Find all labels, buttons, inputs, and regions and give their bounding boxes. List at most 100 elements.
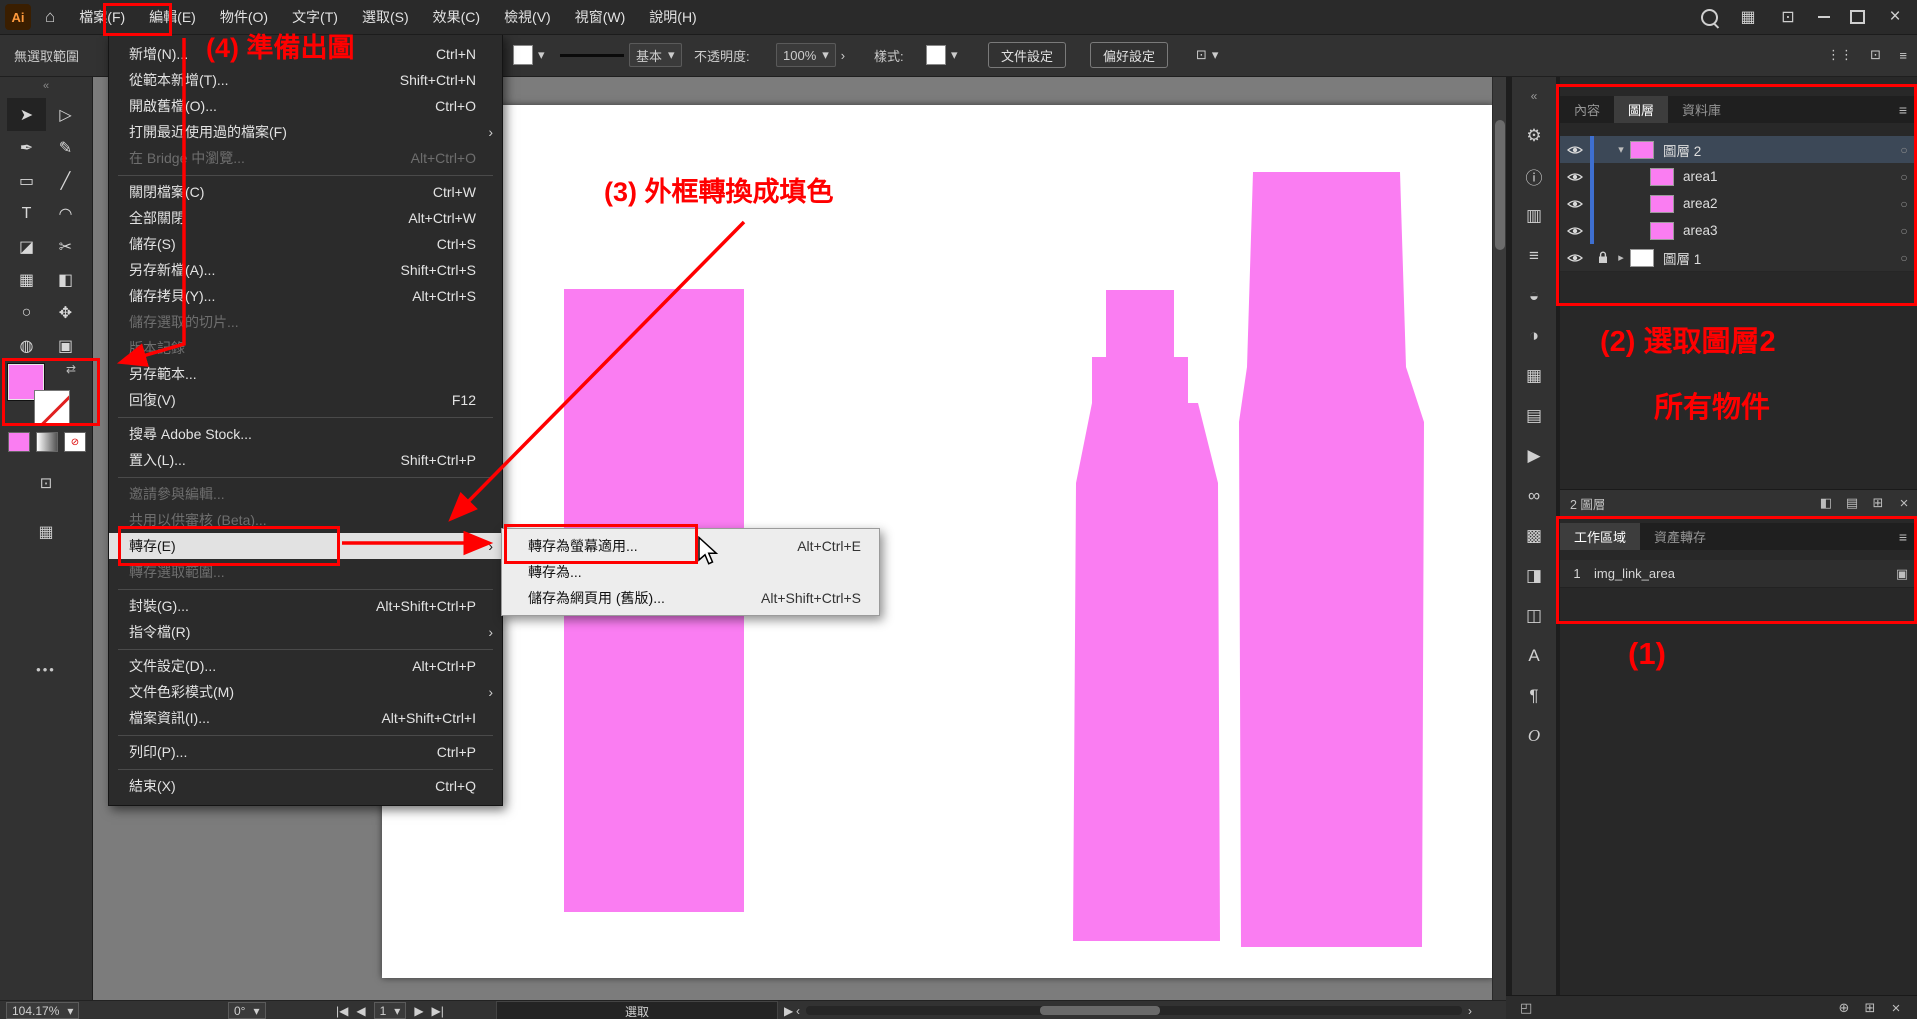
- expand-icon[interactable]: ◰: [1506, 1000, 1532, 1016]
- menu-edit[interactable]: 編輯(E): [137, 0, 208, 34]
- menu-help[interactable]: 說明(H): [637, 0, 708, 34]
- visibility-eye-icon[interactable]: [1560, 144, 1590, 156]
- layer-row-layer2[interactable]: ▾ 圖層 2 ○: [1560, 136, 1917, 164]
- file-menu-item-place[interactable]: 置入(L)...Shift+Ctrl+P: [109, 447, 502, 473]
- artboard-number-dropdown[interactable]: 1▾: [374, 1002, 407, 1019]
- menu-effect[interactable]: 效果(C): [421, 0, 492, 34]
- new-sublayer-icon[interactable]: ▤: [1839, 495, 1865, 511]
- scroll-right-icon[interactable]: ›: [1468, 1001, 1472, 1019]
- submenu-item-save-for-web-legacy[interactable]: 儲存為網頁用 (舊版)...Alt+Shift+Ctrl+S: [502, 585, 879, 611]
- clip-mask-icon[interactable]: ◧: [1813, 495, 1839, 511]
- file-menu-item-close-all[interactable]: 全部關閉Alt+Ctrl+W: [109, 205, 502, 231]
- status-play-icon[interactable]: ▶: [784, 1001, 793, 1019]
- visibility-eye-icon[interactable]: [1560, 171, 1590, 183]
- rectangle-tool[interactable]: ▭: [7, 164, 46, 197]
- selection-tool[interactable]: ➤: [7, 98, 46, 131]
- file-menu-item-document-color-mode[interactable]: 文件色彩模式(M)›: [109, 679, 502, 705]
- vertical-scrollbar[interactable]: [1492, 76, 1507, 1000]
- target-circle-icon[interactable]: ○: [1891, 224, 1917, 238]
- file-menu-item-save[interactable]: 儲存(S)Ctrl+S: [109, 231, 502, 257]
- opentype-icon[interactable]: O: [1512, 716, 1556, 756]
- zoom-dropdown[interactable]: 104.17%▾: [6, 1001, 79, 1019]
- search-icon[interactable]: [1701, 9, 1718, 26]
- file-menu-item-print[interactable]: 列印(P)...Ctrl+P: [109, 739, 502, 765]
- gradient-mode-button[interactable]: [36, 432, 58, 452]
- file-menu-item-new[interactable]: 新增(N)...Ctrl+N: [109, 41, 502, 67]
- home-icon[interactable]: ⌂: [45, 7, 55, 27]
- align-icon[interactable]: ≡: [1512, 236, 1556, 276]
- scroll-left-icon[interactable]: ‹: [796, 1001, 800, 1019]
- layer-name[interactable]: 圖層 2: [1654, 140, 1891, 160]
- gradient-tool[interactable]: ◧: [46, 263, 85, 296]
- tab-artboards[interactable]: 工作區域: [1560, 523, 1640, 550]
- close-button[interactable]: ×: [1885, 6, 1905, 28]
- file-menu-item-save-as[interactable]: 另存新檔(A)...Shift+Ctrl+S: [109, 257, 502, 283]
- style-dropdown[interactable]: ▾: [926, 34, 958, 76]
- panel-layout-icon[interactable]: ⊡: [1870, 34, 1881, 76]
- eraser-tool[interactable]: ◪: [7, 230, 46, 263]
- artboards-icon[interactable]: ▥: [1512, 196, 1556, 236]
- chevron-right-icon[interactable]: ▸: [1612, 251, 1630, 264]
- last-artboard-icon[interactable]: ▶|: [432, 1004, 444, 1018]
- none-mode-button[interactable]: ⊘: [64, 432, 86, 452]
- new-layer-icon[interactable]: ⊞: [1865, 495, 1891, 511]
- line-segment-tool[interactable]: ╱: [46, 164, 85, 197]
- properties-gear-icon[interactable]: ⚙: [1512, 116, 1556, 156]
- file-menu-item-document-setup[interactable]: 文件設定(D)...Alt+Ctrl+P: [109, 653, 502, 679]
- toolbar-collapse-icon[interactable]: «: [0, 80, 92, 92]
- draw-mode-icon[interactable]: ⊡: [0, 474, 92, 492]
- pathfinder-icon[interactable]: ◒: [1512, 276, 1556, 316]
- swatches-icon[interactable]: ▩: [1512, 516, 1556, 556]
- layer-row-layer1[interactable]: ▸ 圖層 1 ○: [1560, 244, 1917, 272]
- opacity-label[interactable]: 不透明度:: [694, 34, 750, 76]
- preferences-button[interactable]: 偏好設定: [1090, 34, 1168, 76]
- fill-dropdown[interactable]: ▾: [513, 34, 545, 76]
- move-up-icon[interactable]: ⊕: [1831, 1000, 1857, 1016]
- tab-layers[interactable]: 圖層: [1614, 96, 1668, 123]
- info-icon[interactable]: ⓘ: [1512, 156, 1556, 196]
- tab-asset-export[interactable]: 資產轉存: [1640, 523, 1720, 550]
- artboard-item-icon[interactable]: ▣: [1887, 566, 1917, 582]
- swap-fill-stroke-icon[interactable]: ⇄: [66, 362, 76, 376]
- file-menu-item-save-as-template[interactable]: 另存範本...: [109, 361, 502, 387]
- file-menu-item-exit[interactable]: 結束(X)Ctrl+Q: [109, 773, 502, 799]
- menu-object[interactable]: 物件(O): [208, 0, 280, 34]
- menu-type[interactable]: 文字(T): [280, 0, 350, 34]
- tab-libraries[interactable]: 資料庫: [1668, 96, 1735, 123]
- file-menu-item-new-from-template[interactable]: 從範本新增(T)...Shift+Ctrl+N: [109, 67, 502, 93]
- file-menu-item-save-a-copy[interactable]: 儲存拷貝(Y)...Alt+Ctrl+S: [109, 283, 502, 309]
- delete-layer-icon[interactable]: ×: [1891, 495, 1917, 512]
- type-tool[interactable]: T: [7, 197, 46, 230]
- target-circle-icon[interactable]: ○: [1891, 197, 1917, 211]
- opacity-dropdown[interactable]: 100%▾›: [776, 34, 845, 76]
- pattern-icon[interactable]: ▦: [1512, 356, 1556, 396]
- gradient-icon[interactable]: ◑: [1512, 316, 1556, 356]
- stroke-style-dropdown[interactable]: 基本▾: [560, 34, 682, 76]
- object-name[interactable]: area2: [1674, 196, 1891, 211]
- workspace-switcher-icon[interactable]: ▦: [1738, 7, 1758, 27]
- first-artboard-icon[interactable]: |◀: [336, 1004, 348, 1018]
- tab-properties[interactable]: 內容: [1560, 96, 1614, 123]
- screen-mode-icon[interactable]: ▦: [0, 522, 92, 542]
- file-menu-item-package[interactable]: 封裝(G)...Alt+Shift+Ctrl+P: [109, 593, 502, 619]
- mesh-tool[interactable]: ▦: [7, 263, 46, 296]
- artboard-tool[interactable]: ▣: [46, 329, 85, 362]
- delete-artboard-icon[interactable]: ×: [1883, 1000, 1917, 1017]
- paragraph-icon[interactable]: ¶: [1512, 676, 1556, 716]
- target-circle-icon[interactable]: ○: [1891, 170, 1917, 184]
- menu-window[interactable]: 視窗(W): [563, 0, 638, 34]
- layer-row-area1[interactable]: area1 ○: [1560, 163, 1917, 191]
- character-icon[interactable]: A: [1512, 636, 1556, 676]
- document-setup-button[interactable]: 文件設定: [988, 34, 1066, 76]
- visibility-eye-icon[interactable]: [1560, 198, 1590, 210]
- visibility-eye-icon[interactable]: [1560, 252, 1590, 264]
- appearance-icon[interactable]: ▤: [1512, 396, 1556, 436]
- file-menu-item-close[interactable]: 關閉檔案(C)Ctrl+W: [109, 179, 502, 205]
- actions-icon[interactable]: ▶: [1512, 436, 1556, 476]
- menu-view[interactable]: 檢視(V): [492, 0, 563, 34]
- direct-selection-tool[interactable]: ▷: [46, 98, 85, 131]
- target-circle-icon[interactable]: ○: [1891, 251, 1917, 265]
- menu-select[interactable]: 選取(S): [350, 0, 421, 34]
- artboard-name[interactable]: img_link_area: [1594, 566, 1887, 581]
- prev-artboard-icon[interactable]: ◀: [356, 1004, 365, 1018]
